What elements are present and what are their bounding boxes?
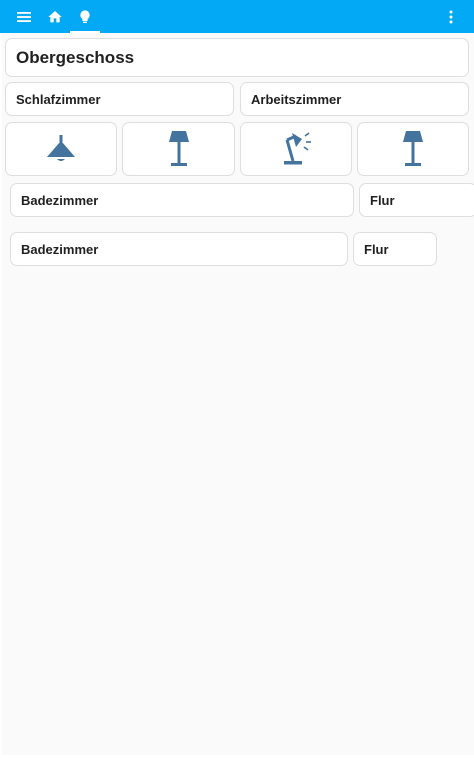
- room-label: Schlafzimmer: [16, 91, 101, 107]
- dots-vertical-icon: [449, 10, 453, 23]
- menu-button[interactable]: [9, 0, 39, 33]
- floor-lamp-icon: [168, 131, 189, 166]
- menu-icon: [17, 11, 31, 22]
- light-button-floor-lamp-2[interactable]: [357, 122, 469, 176]
- light-button-floor-lamp-1[interactable]: [122, 122, 235, 176]
- page-left-edge: [0, 33, 2, 755]
- page-title: Obergeschoss: [16, 47, 135, 67]
- room-card-flur-2[interactable]: Flur: [353, 232, 437, 266]
- room-card-badezimmer[interactable]: Badezimmer: [10, 183, 354, 217]
- room-card-flur[interactable]: Flur: [359, 183, 474, 217]
- overflow-menu-button[interactable]: [436, 0, 466, 33]
- room-label: Badezimmer: [21, 241, 99, 257]
- app-toolbar: [0, 0, 474, 33]
- room-card-arbeitszimmer[interactable]: Arbeitszimmer: [240, 82, 469, 116]
- room-label: Flur: [364, 241, 389, 257]
- floor-title-card: Obergeschoss: [5, 38, 469, 77]
- desk-lamp-icon: [284, 132, 311, 165]
- room-label: Badezimmer: [21, 192, 99, 208]
- room-label: Flur: [370, 192, 395, 208]
- room-card-schlafzimmer[interactable]: Schlafzimmer: [5, 82, 234, 116]
- tab-home[interactable]: [40, 0, 70, 33]
- room-label: Arbeitszimmer: [251, 91, 342, 107]
- lightbulb-icon: [80, 9, 90, 23]
- floor-lamp-icon: [403, 131, 423, 166]
- tab-lights[interactable]: [70, 0, 100, 33]
- ceiling-light-icon: [47, 135, 75, 161]
- light-button-desk-lamp[interactable]: [240, 122, 352, 176]
- room-card-badezimmer-2[interactable]: Badezimmer: [10, 232, 348, 266]
- light-button-ceiling[interactable]: [5, 122, 117, 176]
- active-tab-indicator: [70, 31, 100, 33]
- home-icon: [48, 10, 62, 22]
